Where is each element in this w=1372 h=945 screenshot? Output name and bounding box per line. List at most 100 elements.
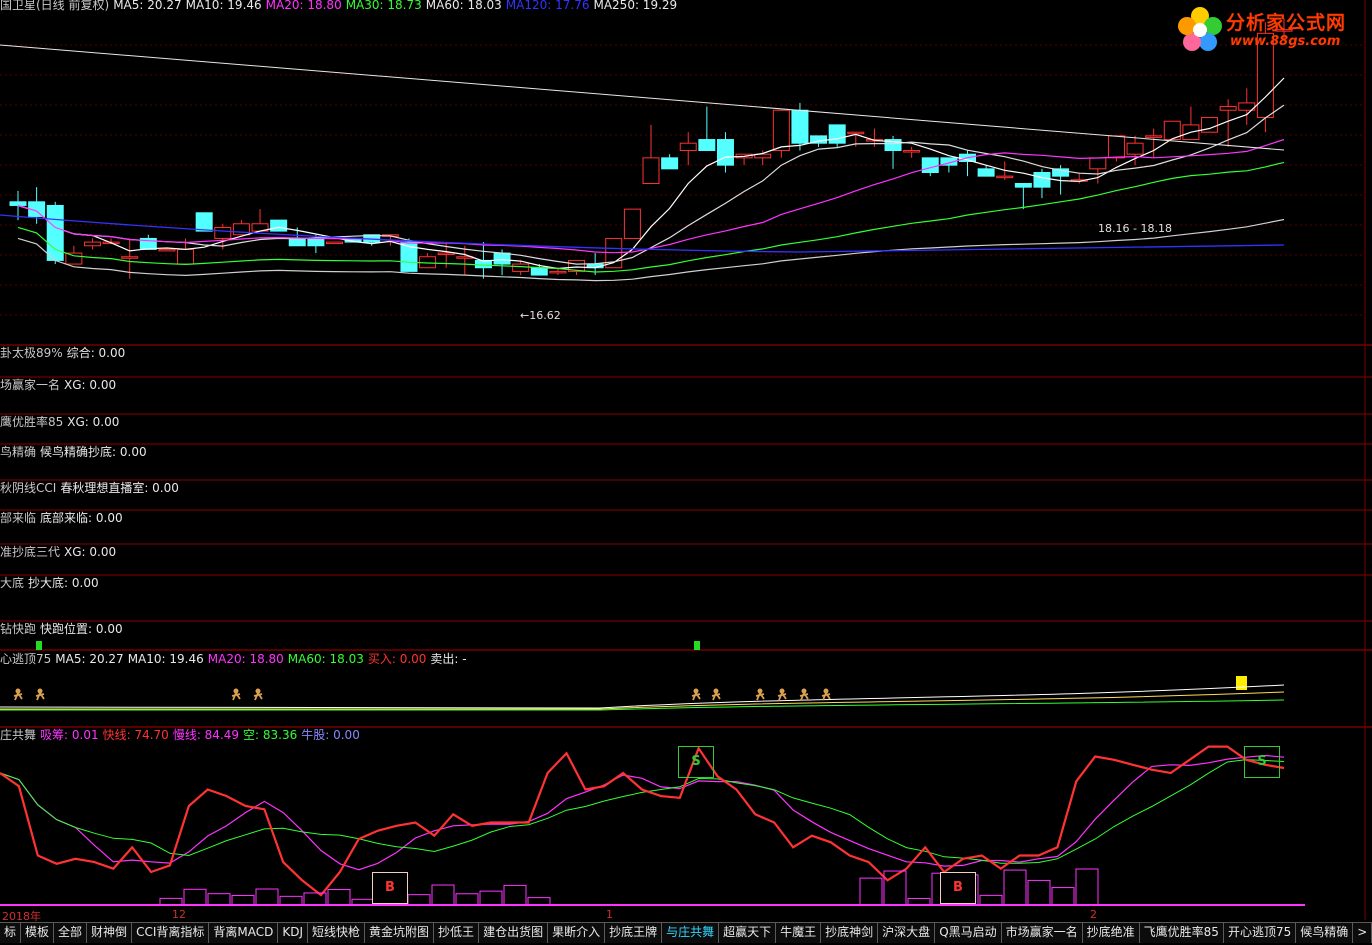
- accumulation-bar: [859, 877, 883, 906]
- site-logo: 分析家公式网 www.88gs.com: [1174, 4, 1364, 56]
- logo-name: 分析家公式网: [1226, 12, 1347, 34]
- indicator-value: 底部来临: 0.00: [40, 511, 123, 525]
- indicator-tab[interactable]: CCI背离指标: [132, 923, 210, 943]
- title-value: MA60: 18.03: [287, 652, 364, 666]
- candle-body: [716, 139, 734, 166]
- slow-line: [0, 754, 1285, 871]
- candle-body: [549, 270, 567, 274]
- indicator-tab[interactable]: 市场赢家一名: [1002, 923, 1083, 943]
- accumulation-bar: [979, 894, 1003, 906]
- dance-panel-title: 庄共舞 吸筹: 0.01 快线: 74.70 慢线: 84.49 空: 83.36 牛股:…: [0, 728, 364, 742]
- escape-panel-title: 心逃顶75 MA5: 20.27 MA10: 19.46 MA20: 18.80 MA6…: [0, 652, 471, 666]
- candle-body: [530, 267, 548, 276]
- title-value: MA250: 19.29: [593, 0, 678, 12]
- indicator-tab[interactable]: 沪深大盘: [878, 923, 936, 943]
- buy-marker: B: [372, 872, 408, 904]
- escape-ma-line: [0, 691, 1285, 710]
- candle-body: [437, 252, 455, 256]
- runner-icon: [37, 688, 43, 694]
- candle-body: [791, 109, 809, 144]
- runner-icon: [779, 688, 785, 694]
- flower-icon: [1178, 7, 1222, 51]
- accumulation-bar: [303, 892, 327, 906]
- title-value: 吸筹: 0.01: [40, 728, 99, 742]
- title-value: MA10: 19.46: [127, 652, 204, 666]
- signal-bar: [1236, 676, 1247, 690]
- indicator-tab[interactable]: 抄底王牌: [605, 923, 663, 943]
- indicator-tab[interactable]: 建仓出货图: [479, 923, 549, 943]
- title-value: MA30: 18.73: [345, 0, 422, 12]
- candle-body: [158, 248, 176, 252]
- indicator-tab[interactable]: 标: [0, 923, 22, 943]
- indicator-value: XG: 0.00: [64, 545, 117, 559]
- title-value: 慢线: 84.49: [172, 728, 240, 742]
- indicator-row: 秋阴线CCI 春秋理想直播室: 0.00: [0, 481, 183, 495]
- logo-url: www.88gs.com: [1230, 34, 1341, 49]
- empty-line: [0, 759, 1285, 864]
- title-value: MA60: 18.03: [425, 0, 502, 12]
- title-value: 国卫星(日线 前复权): [0, 0, 110, 12]
- title-value: 牛股: 0.00: [301, 728, 360, 742]
- indicator-title: 部来临: [0, 511, 37, 525]
- accumulation-bar: [1075, 868, 1099, 906]
- indicator-tab[interactable]: 财神倒: [87, 923, 133, 943]
- runner-icon: [15, 688, 21, 694]
- plot-area: [0, 0, 1372, 920]
- indicator-tab[interactable]: 黄金坑附图: [365, 923, 435, 943]
- accumulation-bar: [431, 884, 455, 906]
- candle-body: [214, 226, 232, 239]
- indicator-tab[interactable]: 候鸟精确: [1296, 923, 1354, 943]
- runner-icon: [255, 688, 261, 694]
- indicator-tab-bar: 标模板 全部 财神倒 CCI背离指标 背离MACD KDJ 短线快枪 黄金坑附图 抄低王 建仓出货…: [0, 922, 1372, 943]
- title-value: 空: 83.36: [243, 728, 298, 742]
- accumulation-bar: [407, 894, 431, 906]
- accumulation-bar: [231, 894, 255, 906]
- candle-body: [698, 139, 716, 152]
- indicator-tab[interactable]: 果断介入: [548, 923, 606, 943]
- indicator-tab[interactable]: 背离MACD: [209, 923, 279, 943]
- indicator-tab[interactable]: 全部: [54, 923, 88, 943]
- indicator-row: 鸟精确 候鸟精确抄底: 0.00: [0, 445, 151, 459]
- indicator-title: 钻快跑: [0, 622, 37, 636]
- runner-icon: [821, 692, 831, 701]
- indicator-title: 场赢家一名: [0, 378, 61, 392]
- candle-body: [828, 124, 846, 144]
- chart-stage[interactable]: 国卫星(日线 前复权) MA5: 20.27 MA10: 19.46 MA20: 18…: [0, 0, 1372, 945]
- price-panel-title: 国卫星(日线 前复权) MA5: 20.27 MA10: 19.46 MA20: 18…: [0, 0, 681, 12]
- indicator-tab[interactable]: 模板: [21, 923, 55, 943]
- accumulation-bar: [1051, 887, 1075, 906]
- indicator-tab[interactable]: 牛魔王: [776, 923, 822, 943]
- runner-icon: [253, 692, 263, 701]
- candle-body: [1145, 135, 1163, 138]
- candle-body: [623, 208, 641, 239]
- indicator-tab[interactable]: 开心逃顶75: [1224, 923, 1297, 943]
- accumulation-bar: [1027, 879, 1051, 906]
- candle-body: [65, 252, 83, 265]
- indicator-value: XG: 0.00: [64, 378, 117, 392]
- runner-icon: [691, 692, 701, 701]
- indicator-tab[interactable]: Q黑马启动: [935, 923, 1002, 943]
- indicator-tab[interactable]: 抄底神剑: [821, 923, 879, 943]
- indicator-tab[interactable]: 短线快枪: [308, 923, 366, 943]
- tab-active[interactable]: 与庄共舞: [662, 923, 720, 943]
- accumulation-bar: [479, 890, 503, 906]
- candle-body: [195, 212, 213, 232]
- title-value: 卖出: -: [430, 652, 467, 666]
- indicator-tab[interactable]: 超赢天下: [719, 923, 777, 943]
- candle-body: [1033, 172, 1051, 188]
- indicator-tab[interactable]: 抄低王: [434, 923, 480, 943]
- indicator-value: 春秋理想直播室: 0.00: [60, 481, 179, 495]
- accumulation-bar: [255, 888, 279, 906]
- indicator-tab[interactable]: 抄底绝准: [1083, 923, 1140, 943]
- accumulation-bar: [455, 893, 479, 906]
- accumulation-bar: [1003, 869, 1027, 906]
- candle-body: [121, 256, 139, 259]
- indicator-tab[interactable]: >: [1353, 923, 1372, 943]
- title-value: MA5: 20.27: [55, 652, 124, 666]
- indicator-tab[interactable]: 飞鹰优胜率85: [1140, 923, 1224, 943]
- title-value: MA120: 17.76: [505, 0, 590, 12]
- title-value: MA10: 19.46: [185, 0, 262, 12]
- indicator-tab[interactable]: KDJ: [278, 923, 309, 943]
- indicator-title: 大底: [0, 576, 25, 590]
- dance-title-label: 庄共舞: [0, 728, 37, 742]
